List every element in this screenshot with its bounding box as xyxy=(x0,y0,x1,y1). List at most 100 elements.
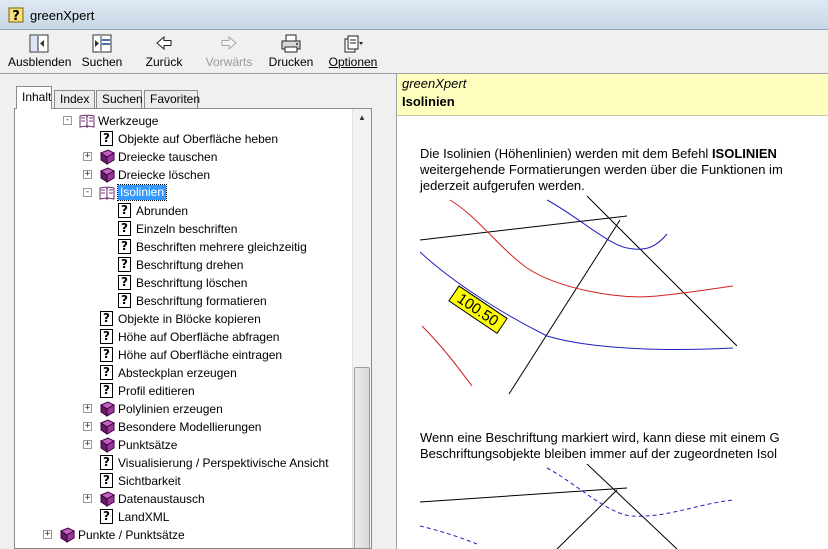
tree-item[interactable]: ? Objekte in Blöcke kopieren xyxy=(15,310,351,328)
help-page-icon: ? xyxy=(99,131,115,147)
contour-line-red xyxy=(449,199,734,298)
scrollbar-thumb[interactable] xyxy=(354,367,370,548)
navigation-pane: Inhalt Index Suchen Favoriten - Werkzeuge… xyxy=(0,74,392,549)
tree-item[interactable]: ? Absteckplan erzeugen xyxy=(15,364,351,382)
tree-item-label: Beschriftung löschen xyxy=(136,276,248,290)
help-page-icon: ? xyxy=(99,383,115,399)
window-title: greenXpert xyxy=(30,8,95,23)
tab-contents[interactable]: Inhalt xyxy=(16,86,52,109)
triangle-edge xyxy=(508,219,621,395)
help-page-icon: ? xyxy=(117,257,133,273)
collapse-icon[interactable]: - xyxy=(63,116,72,125)
tree-item[interactable]: ? Höhe auf Oberfläche eintragen xyxy=(15,346,351,364)
forward-button[interactable]: Vorwärts xyxy=(204,32,254,72)
tree-item[interactable]: - Isolinien xyxy=(15,184,351,202)
tree-item-label: Dreiecke löschen xyxy=(118,168,211,182)
tree-item[interactable]: ? Abrunden xyxy=(15,202,351,220)
closed-book-icon xyxy=(99,437,116,453)
tree-item-label: LandXML xyxy=(118,510,170,524)
contour-line-dashed xyxy=(419,525,478,545)
tree-item-label: Objekte auf Oberfläche heben xyxy=(118,132,279,146)
tree-item[interactable]: ? Beschriftung drehen xyxy=(15,256,351,274)
forward-arrow-icon xyxy=(221,35,237,51)
tree-item-label: Absteckplan erzeugen xyxy=(118,366,237,380)
tree-item[interactable]: + Punkte / Punktsätze xyxy=(15,526,351,544)
tree-item-label: Beschriftung drehen xyxy=(136,258,244,272)
help-page-icon: ? xyxy=(99,329,115,345)
toolbar: Ausblenden Suchen Zurück Vorwärts Drucke… xyxy=(0,30,828,74)
contour-line-blue xyxy=(546,199,668,250)
tree-item[interactable]: ? Beschriftung löschen xyxy=(15,274,351,292)
title-bar: ? greenXpert xyxy=(0,0,828,30)
content-pane: greenXpert Isolinien Die Isolinien (Höhe… xyxy=(397,74,828,549)
help-page-icon: ? xyxy=(117,239,133,255)
contents-tree-box: - Werkzeuge? Objekte auf Oberfläche heben +… xyxy=(14,108,372,549)
collapse-icon[interactable]: - xyxy=(83,188,92,197)
topic-header: greenXpert Isolinien xyxy=(397,74,828,116)
tree-item-label: Dreiecke tauschen xyxy=(118,150,218,164)
options-button[interactable]: Optionen xyxy=(328,32,378,72)
expand-icon[interactable]: + xyxy=(83,494,92,503)
tree-item-label: Abrunden xyxy=(136,204,189,218)
tree-item[interactable]: + Dreiecke tauschen xyxy=(15,148,351,166)
triangle-edge xyxy=(556,489,618,549)
expand-icon[interactable]: + xyxy=(83,440,92,449)
tree-item[interactable]: + Polylinien erzeugen xyxy=(15,400,351,418)
print-button[interactable]: Drucken xyxy=(268,32,314,72)
tree-item[interactable]: ? Höhe auf Oberfläche abfragen xyxy=(15,328,351,346)
tree-item-label: Sichtbarkeit xyxy=(118,474,181,488)
tree-scrollbar[interactable]: ▲ xyxy=(352,109,371,548)
tree-item[interactable]: ? Einzeln beschriften xyxy=(15,220,351,238)
locate-button[interactable]: Suchen xyxy=(78,32,126,72)
options-icon xyxy=(344,35,363,53)
tree-item-label: Profil editieren xyxy=(118,384,195,398)
tree-item[interactable]: ? Sichtbarkeit xyxy=(15,472,351,490)
intro-paragraph: Die Isolinien (Höhenlinien) werden mit d… xyxy=(420,146,783,193)
expand-icon[interactable]: + xyxy=(43,530,52,539)
tree-item-label: Beschriften mehrere gleichzeitig xyxy=(136,240,307,254)
tree-item[interactable]: ? Beschriftung formatieren xyxy=(15,292,351,310)
tree-item[interactable]: ? Objekte auf Oberfläche heben xyxy=(15,130,351,148)
help-page-icon: ? xyxy=(117,203,133,219)
open-book-icon xyxy=(99,185,115,201)
help-page-icon: ? xyxy=(99,509,115,525)
tab-favorites[interactable]: Favoriten xyxy=(144,90,200,108)
tree-item-label: Höhe auf Oberfläche eintragen xyxy=(118,348,283,362)
topic-title: Isolinien xyxy=(402,94,455,109)
closed-book-icon xyxy=(99,401,116,417)
closed-book-icon xyxy=(99,491,116,507)
expand-icon[interactable]: + xyxy=(83,422,92,431)
tree-item[interactable]: + Datenaustausch xyxy=(15,490,351,508)
locate-icon xyxy=(92,34,112,53)
tree-item[interactable]: - Werkzeuge xyxy=(15,112,351,130)
contour-line-dashed xyxy=(546,467,734,517)
tab-search[interactable]: Suchen xyxy=(96,90,143,108)
options-label: Optionen xyxy=(328,55,378,69)
open-book-icon xyxy=(79,113,95,129)
tree-item-label: Punktsätze xyxy=(118,438,178,452)
expand-icon[interactable]: + xyxy=(83,152,92,161)
tree-item[interactable]: + Punktsätze xyxy=(15,436,351,454)
tab-index[interactable]: Index xyxy=(54,90,95,108)
expand-icon[interactable]: + xyxy=(83,404,92,413)
tree-item-label: Beschriftung formatieren xyxy=(136,294,267,308)
command-name: ISOLINIEN xyxy=(711,146,777,161)
second-paragraph: Wenn eine Beschriftung markiert wird, ka… xyxy=(420,430,780,461)
tree-item[interactable]: + Dreiecke löschen xyxy=(15,166,351,184)
expand-icon[interactable]: + xyxy=(83,170,92,179)
tree-item[interactable]: ? Beschriften mehrere gleichzeitig xyxy=(15,238,351,256)
tree-item[interactable]: ? Profil editieren xyxy=(15,382,351,400)
scroll-up-icon[interactable]: ▲ xyxy=(353,109,371,126)
printer-icon xyxy=(281,34,301,53)
tree-item[interactable]: ? LandXML xyxy=(15,508,351,526)
hide-button[interactable]: Ausblenden xyxy=(8,32,71,72)
help-page-icon: ? xyxy=(117,293,133,309)
tree-item[interactable]: ? Visualisierung / Perspektivische Ansich… xyxy=(15,454,351,472)
tree-item[interactable]: + Besondere Modellierungen xyxy=(15,418,351,436)
help-page-icon: ? xyxy=(99,347,115,363)
back-button[interactable]: Zurück xyxy=(142,32,186,72)
closed-book-icon xyxy=(99,419,116,435)
help-page-icon: ? xyxy=(99,455,115,471)
header-app-name: greenXpert xyxy=(402,76,467,91)
help-page-icon: ? xyxy=(117,275,133,291)
